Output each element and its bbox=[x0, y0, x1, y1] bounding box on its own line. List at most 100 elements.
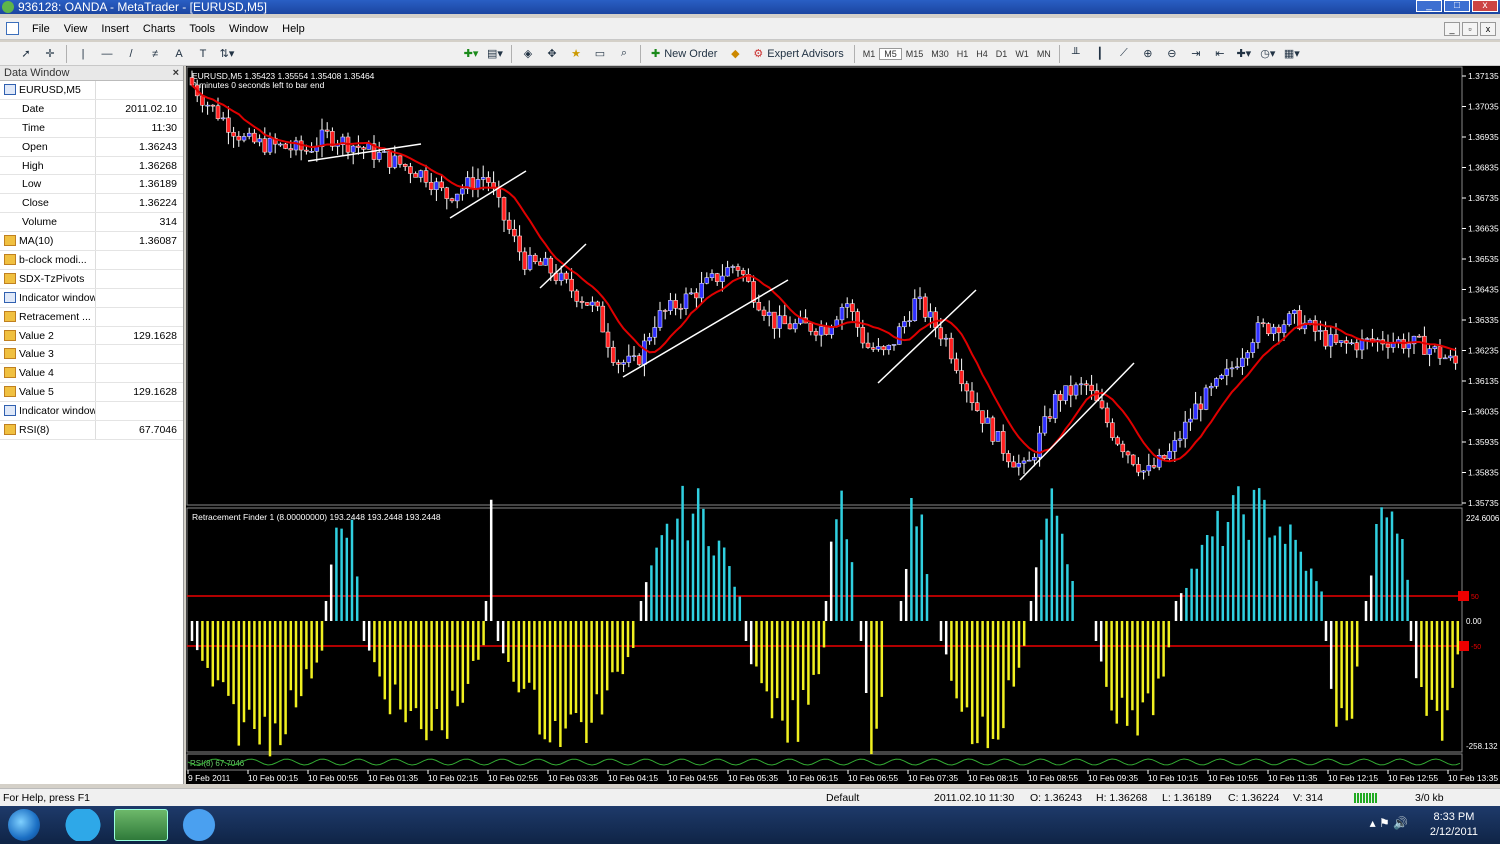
candle-body bbox=[636, 355, 642, 365]
price-tick-label: 1.36035 bbox=[1468, 407, 1499, 417]
candle-body bbox=[886, 344, 892, 351]
start-button[interactable] bbox=[8, 809, 40, 841]
candle-body bbox=[564, 272, 569, 280]
tester-icon[interactable]: ⌕ bbox=[614, 44, 634, 64]
chart-window[interactable]: 1.37135 1.37035 1.36935 1.36835 1.36735 1.366… bbox=[186, 66, 1500, 784]
timeframe-w1[interactable]: W1 bbox=[1011, 49, 1033, 59]
crosshair-icon[interactable]: ✛ bbox=[40, 44, 60, 64]
timeframe-m30[interactable]: M30 bbox=[927, 49, 953, 59]
price-tick-label: 1.36535 bbox=[1468, 254, 1499, 264]
candle-body bbox=[449, 198, 455, 202]
indicator-icon bbox=[4, 254, 16, 266]
lower-level-marker bbox=[1458, 641, 1469, 651]
candle-body bbox=[439, 181, 444, 189]
metatrader-task-icon[interactable] bbox=[114, 809, 168, 841]
zoom-out-icon[interactable]: ⊖ bbox=[1162, 44, 1182, 64]
timeframe-d1[interactable]: D1 bbox=[992, 49, 1012, 59]
chart-canvas[interactable]: 1.37135 1.37035 1.36935 1.36835 1.36735 1.366… bbox=[186, 66, 1500, 784]
close-button[interactable]: x bbox=[1472, 0, 1498, 12]
cursor-icon[interactable]: ➚ bbox=[16, 44, 36, 64]
candle-body bbox=[283, 143, 288, 149]
line-chart-icon[interactable]: ⟋ bbox=[1114, 44, 1134, 64]
timeframe-h1[interactable]: H1 bbox=[953, 49, 973, 59]
trendline-icon[interactable]: / bbox=[121, 44, 141, 64]
document-icon[interactable] bbox=[6, 22, 19, 35]
candle-body bbox=[808, 322, 814, 332]
candle-body bbox=[1307, 320, 1313, 324]
data-window-label: Volume bbox=[0, 213, 96, 232]
data-window-label: SDX-TzPivots bbox=[0, 269, 96, 288]
periods-icon[interactable]: ◷▾ bbox=[1258, 44, 1278, 64]
terminal-icon[interactable]: ▭ bbox=[590, 44, 610, 64]
candle-body bbox=[584, 302, 590, 306]
maximize-button[interactable]: □ bbox=[1444, 0, 1470, 12]
timeframe-mn[interactable]: MN bbox=[1033, 49, 1055, 59]
menu-charts[interactable]: Charts bbox=[136, 18, 182, 40]
autoscroll-icon[interactable]: ⇥ bbox=[1186, 44, 1206, 64]
metaeditor-icon[interactable]: ◆ bbox=[725, 44, 745, 64]
timeframe-m1[interactable]: M1 bbox=[859, 49, 880, 59]
data-window-value: 11:30 bbox=[151, 121, 178, 134]
system-tray-icons[interactable]: ▴ ⚑ 🔊 bbox=[1370, 816, 1408, 830]
favorites-icon[interactable]: ★ bbox=[566, 44, 586, 64]
candle-body bbox=[1354, 342, 1360, 351]
profiles-icon[interactable]: ▤▾ bbox=[485, 44, 505, 64]
expert-advisors-icon: ⚙ bbox=[753, 48, 764, 60]
timeframe-m5[interactable]: M5 bbox=[879, 47, 902, 60]
status-volume: V: 314 bbox=[1293, 792, 1323, 804]
rsi-panel-border bbox=[186, 753, 1463, 771]
menu-help[interactable]: Help bbox=[275, 18, 312, 40]
status-high: H: 1.36268 bbox=[1096, 792, 1148, 804]
new-order-button[interactable]: ✚ New Order bbox=[647, 44, 721, 64]
candle-body bbox=[361, 147, 366, 150]
expert-advisors-button[interactable]: ⚙ Expert Advisors bbox=[749, 44, 847, 64]
data-window-row: b-clock modi... bbox=[0, 251, 183, 270]
channel-icon[interactable]: ≠ bbox=[145, 44, 165, 64]
rsi-line bbox=[187, 758, 1461, 766]
arrows-icon[interactable]: ⇅▾ bbox=[217, 44, 237, 64]
minimize-button[interactable]: _ bbox=[1416, 0, 1442, 12]
text-label-icon[interactable]: T bbox=[193, 44, 213, 64]
candle-body bbox=[1250, 342, 1256, 353]
vertical-line-icon[interactable]: | bbox=[73, 44, 93, 64]
candle-body bbox=[621, 362, 626, 365]
menu-file[interactable]: File bbox=[25, 18, 57, 40]
horizontal-line-icon[interactable]: — bbox=[97, 44, 117, 64]
data-window-close-icon[interactable]: × bbox=[173, 66, 179, 81]
candle-body bbox=[610, 347, 616, 363]
mdi-close-button[interactable]: x bbox=[1480, 22, 1496, 36]
skype-icon[interactable] bbox=[56, 809, 110, 841]
data-window-row: RSI(8) 67.7046 bbox=[0, 421, 183, 440]
time-tick-label: 10 Feb 12:55 bbox=[1388, 773, 1438, 783]
candle-body bbox=[397, 155, 403, 165]
bar-chart-icon[interactable]: ╨ bbox=[1066, 44, 1086, 64]
candle-body bbox=[959, 370, 964, 385]
templates-icon[interactable]: ▦▾ bbox=[1282, 44, 1302, 64]
candle-body bbox=[694, 292, 699, 299]
market-watch-icon[interactable]: ◈ bbox=[518, 44, 538, 64]
menu-view[interactable]: View bbox=[57, 18, 95, 40]
candlestick-icon[interactable]: ┃ bbox=[1090, 44, 1110, 64]
mdi-restore-button[interactable]: ▫ bbox=[1462, 22, 1478, 36]
candle-body bbox=[917, 296, 923, 299]
candle-body bbox=[1208, 385, 1214, 389]
price-tick-label: 1.36735 bbox=[1468, 193, 1499, 203]
clock[interactable]: 8:33 PM 2/12/2011 bbox=[1430, 810, 1478, 840]
timeframe-m15[interactable]: M15 bbox=[902, 49, 928, 59]
timeframe-h4[interactable]: H4 bbox=[972, 49, 992, 59]
text-icon[interactable]: A bbox=[169, 44, 189, 64]
indicators-icon[interactable]: ✚▾ bbox=[1234, 44, 1254, 64]
menu-insert[interactable]: Insert bbox=[94, 18, 136, 40]
menu-tools[interactable]: Tools bbox=[182, 18, 222, 40]
chart-shift-icon[interactable]: ⇤ bbox=[1210, 44, 1230, 64]
menu-window[interactable]: Window bbox=[222, 18, 275, 40]
candle-body bbox=[1281, 324, 1287, 334]
candle-body bbox=[1344, 340, 1349, 344]
mdi-minimize-button[interactable]: _ bbox=[1444, 22, 1460, 36]
internet-explorer-icon[interactable] bbox=[172, 809, 226, 841]
candle-body bbox=[1032, 457, 1037, 461]
navigator-icon[interactable]: ✥ bbox=[542, 44, 562, 64]
candle-body bbox=[850, 303, 855, 312]
new-chart-icon[interactable]: ✚▾ bbox=[461, 44, 481, 64]
zoom-in-icon[interactable]: ⊕ bbox=[1138, 44, 1158, 64]
